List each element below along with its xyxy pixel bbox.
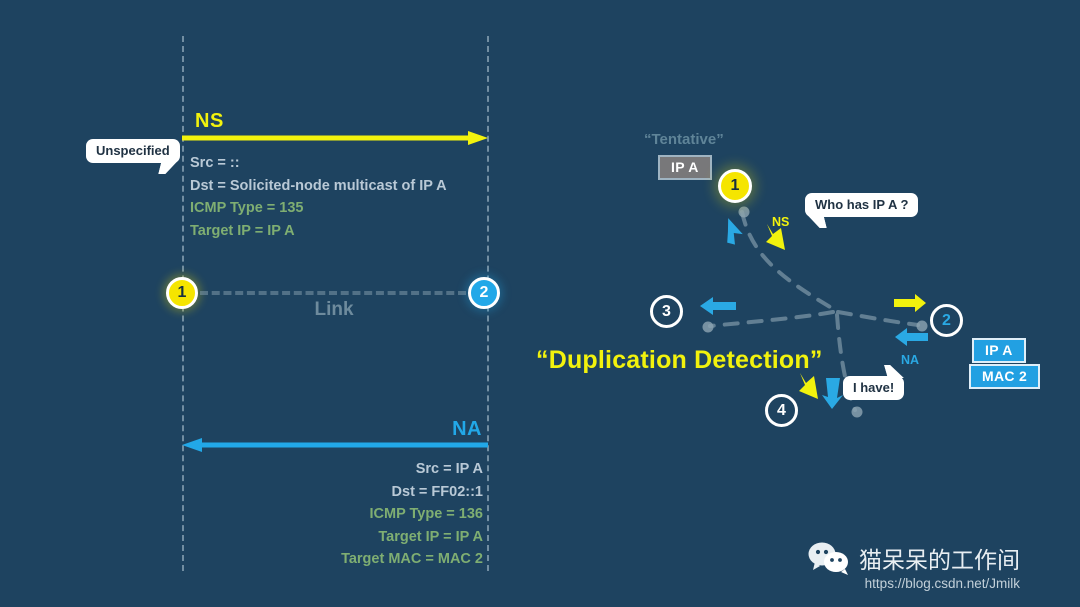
na-field-src: Src = IP A: [415, 461, 483, 477]
topology-node-3[interactable]: 3: [650, 295, 683, 328]
arrow-node1-inbound-icon: [727, 218, 743, 245]
watermark-url: https://blog.csdn.net/Jmilk: [864, 576, 1020, 591]
link-dashed-line: [200, 291, 466, 295]
duplication-detection-title: “Duplication Detection”: [536, 346, 823, 374]
na-field-icmp-type: ICMP Type = 136: [369, 506, 483, 522]
ns-field-icmp-type: ICMP Type = 135: [190, 200, 304, 216]
watermark-name: 猫呆呆的工作间: [859, 548, 1020, 574]
wechat-icon: [808, 542, 848, 575]
badge-node2-mac: MAC 2: [969, 364, 1041, 389]
na-field-dst: Dst = FF02::1: [391, 483, 483, 500]
topology-node-4[interactable]: 4: [765, 394, 798, 427]
bubble-who-has-ip: Who has IP A ?: [805, 193, 919, 217]
arrow-node4-inbound-icon: [822, 378, 843, 409]
na-field-target-ip: Target IP = IP A: [378, 528, 483, 545]
topology-ns-label: NS: [772, 215, 790, 229]
arrow-node2-outbound-icon: [894, 294, 926, 312]
topology-node-2[interactable]: 2: [930, 304, 963, 337]
callout-unspecified: Unspecified: [86, 139, 180, 163]
topology-node-1[interactable]: 1: [718, 169, 752, 203]
na-field-target-mac: Target MAC = MAC 2: [341, 551, 483, 567]
ns-message-arrow: [182, 131, 488, 145]
ns-protocol-label: NS: [195, 110, 224, 132]
arrow-node3-inbound-icon: [700, 297, 736, 315]
link-label: Link: [314, 299, 354, 320]
badge-node2-ip: IP A: [972, 338, 1026, 363]
topology-na-label: NA: [901, 353, 920, 367]
ns-field-dst: Dst = Solicited-node multicast of IP A: [190, 177, 447, 194]
na-field-list: Src = IP A Dst = FF02::1 ICMP Type = 136…: [187, 458, 483, 571]
badge-tentative-ip: IP A: [658, 155, 712, 180]
ns-field-target-ip: Target IP = IP A: [190, 222, 295, 239]
na-message-arrow: [182, 438, 488, 452]
ns-field-src: Src = ::: [190, 155, 240, 171]
bubble-i-have: I have!: [843, 376, 905, 400]
watermark: 猫呆呆的工作间 https://blog.csdn.net/Jmilk: [808, 541, 1020, 591]
arrow-node2-inbound-icon: [895, 328, 928, 346]
arrow-node4-outbound-icon: [799, 373, 818, 399]
ns-field-list: Src = :: Dst = Solicited-node multicast …: [190, 152, 447, 242]
slide-canvas: NS Src = :: Dst = Solicited-node multica…: [0, 0, 1080, 607]
tentative-state-label: “Tentative”: [644, 131, 724, 148]
